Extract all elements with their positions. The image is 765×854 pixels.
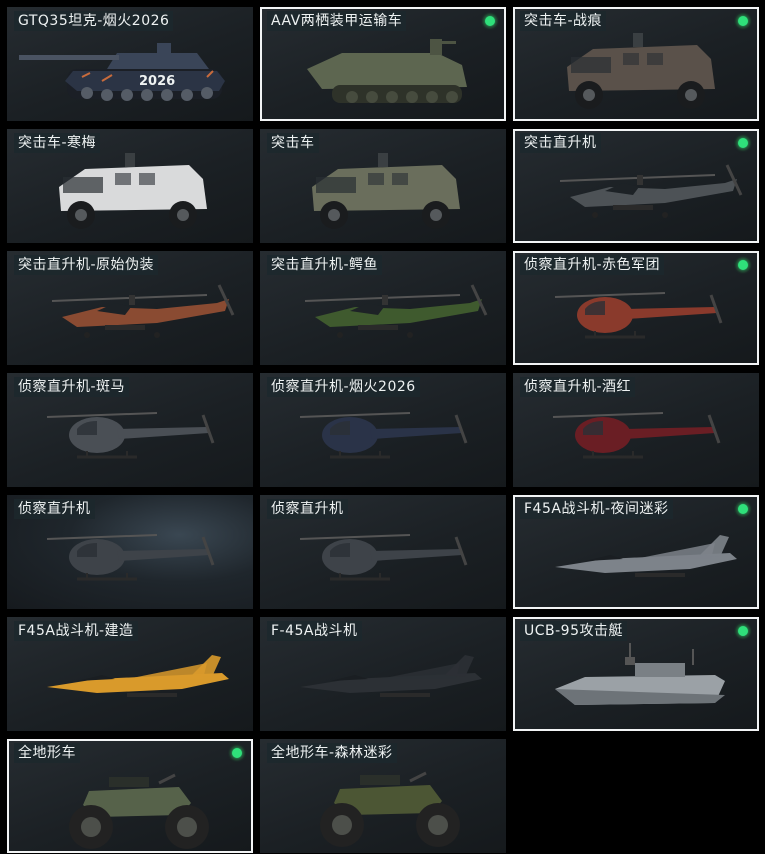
vehicle-name: 突击直升机-鳄鱼 xyxy=(267,255,383,275)
vehicle-card-scout-helicopter-zebra[interactable]: 侦察直升机-斑马 xyxy=(7,373,253,487)
vehicle-card-atv-forest-camo[interactable]: 全地形车-森林迷彩 xyxy=(260,739,506,853)
vehicle-card-aav-amphibious-apc[interactable]: AAV两栖装甲运输车 xyxy=(260,7,506,121)
vehicle-card-assault-vehicle[interactable]: 突击车 xyxy=(260,129,506,243)
vehicle-name: 侦察直升机-赤色军团 xyxy=(520,255,665,275)
vehicle-card-assault-vehicle-battle-scar[interactable]: 突击车-战痕 xyxy=(513,7,759,121)
vehicle-card-scout-helicopter-red-legion[interactable]: 侦察直升机-赤色军团 xyxy=(513,251,759,365)
vehicle-name: F45A战斗机-建造 xyxy=(14,621,138,641)
equipped-indicator-icon xyxy=(482,13,498,29)
vehicle-card-f45a-fighter-night-camo[interactable]: F45A战斗机-夜间迷彩 xyxy=(513,495,759,609)
vehicle-name: 突击车 xyxy=(267,133,319,153)
equipped-indicator-icon xyxy=(735,623,751,639)
vehicle-card-ucb-95-attack-boat[interactable]: UCB-95攻击艇 xyxy=(513,617,759,731)
vehicle-name: UCB-95攻击艇 xyxy=(520,621,627,641)
vehicle-name: GTQ35坦克-烟火2026 xyxy=(14,11,174,31)
vehicle-card-attack-helicopter-primal-camo[interactable]: 突击直升机-原始伪装 xyxy=(7,251,253,365)
vehicle-card-attack-helicopter[interactable]: 突击直升机 xyxy=(513,129,759,243)
vehicle-card-f-45a-fighter[interactable]: F-45A战斗机 xyxy=(260,617,506,731)
vehicle-card-f45a-fighter-construction[interactable]: F45A战斗机-建造 xyxy=(7,617,253,731)
vehicle-name: F45A战斗机-夜间迷彩 xyxy=(520,499,673,519)
equipped-indicator-icon xyxy=(735,257,751,273)
vehicle-name: 侦察直升机-斑马 xyxy=(14,377,130,397)
vehicle-card-attack-helicopter-crocodile[interactable]: 突击直升机-鳄鱼 xyxy=(260,251,506,365)
vehicle-name: 突击直升机 xyxy=(520,133,601,153)
equipped-indicator-icon xyxy=(735,135,751,151)
vehicle-card-assault-vehicle-winter-plum[interactable]: 突击车-寒梅 xyxy=(7,129,253,243)
equipped-indicator-icon xyxy=(735,501,751,517)
vehicle-name: AAV两栖装甲运输车 xyxy=(267,11,407,31)
equipped-indicator-icon xyxy=(229,745,245,761)
vehicle-card-gtq35-tank-fireworks2026[interactable]: 2026 GTQ35坦克-烟火2026 xyxy=(7,7,253,121)
vehicle-name: 突击车-寒梅 xyxy=(14,133,101,153)
vehicle-card-scout-helicopter-a[interactable]: 侦察直升机 xyxy=(7,495,253,609)
vehicle-card-scout-helicopter-b[interactable]: 侦察直升机 xyxy=(260,495,506,609)
vehicle-name: 侦察直升机-烟火2026 xyxy=(267,377,420,397)
vehicle-name: 侦察直升机 xyxy=(14,499,95,519)
vehicle-name: 侦察直升机 xyxy=(267,499,348,519)
vehicle-name: 突击车-战痕 xyxy=(520,11,607,31)
vehicle-card-scout-helicopter-fireworks2026[interactable]: 侦察直升机-烟火2026 xyxy=(260,373,506,487)
equipped-indicator-icon xyxy=(735,13,751,29)
vehicle-name: 全地形车 xyxy=(14,743,80,763)
vehicle-name: 突击直升机-原始伪装 xyxy=(14,255,159,275)
vehicle-card-scout-helicopter-burgundy[interactable]: 侦察直升机-酒红 xyxy=(513,373,759,487)
vehicle-name: F-45A战斗机 xyxy=(267,621,362,641)
vehicle-name: 侦察直升机-酒红 xyxy=(520,377,636,397)
vehicle-grid: 2026 GTQ35坦克-烟火2026 AAV两栖装甲运输车 突击车-战痕 突击… xyxy=(0,0,765,854)
decal-text: 2026 xyxy=(139,74,175,89)
vehicle-name: 全地形车-森林迷彩 xyxy=(267,743,397,763)
vehicle-card-atv[interactable]: 全地形车 xyxy=(7,739,253,853)
